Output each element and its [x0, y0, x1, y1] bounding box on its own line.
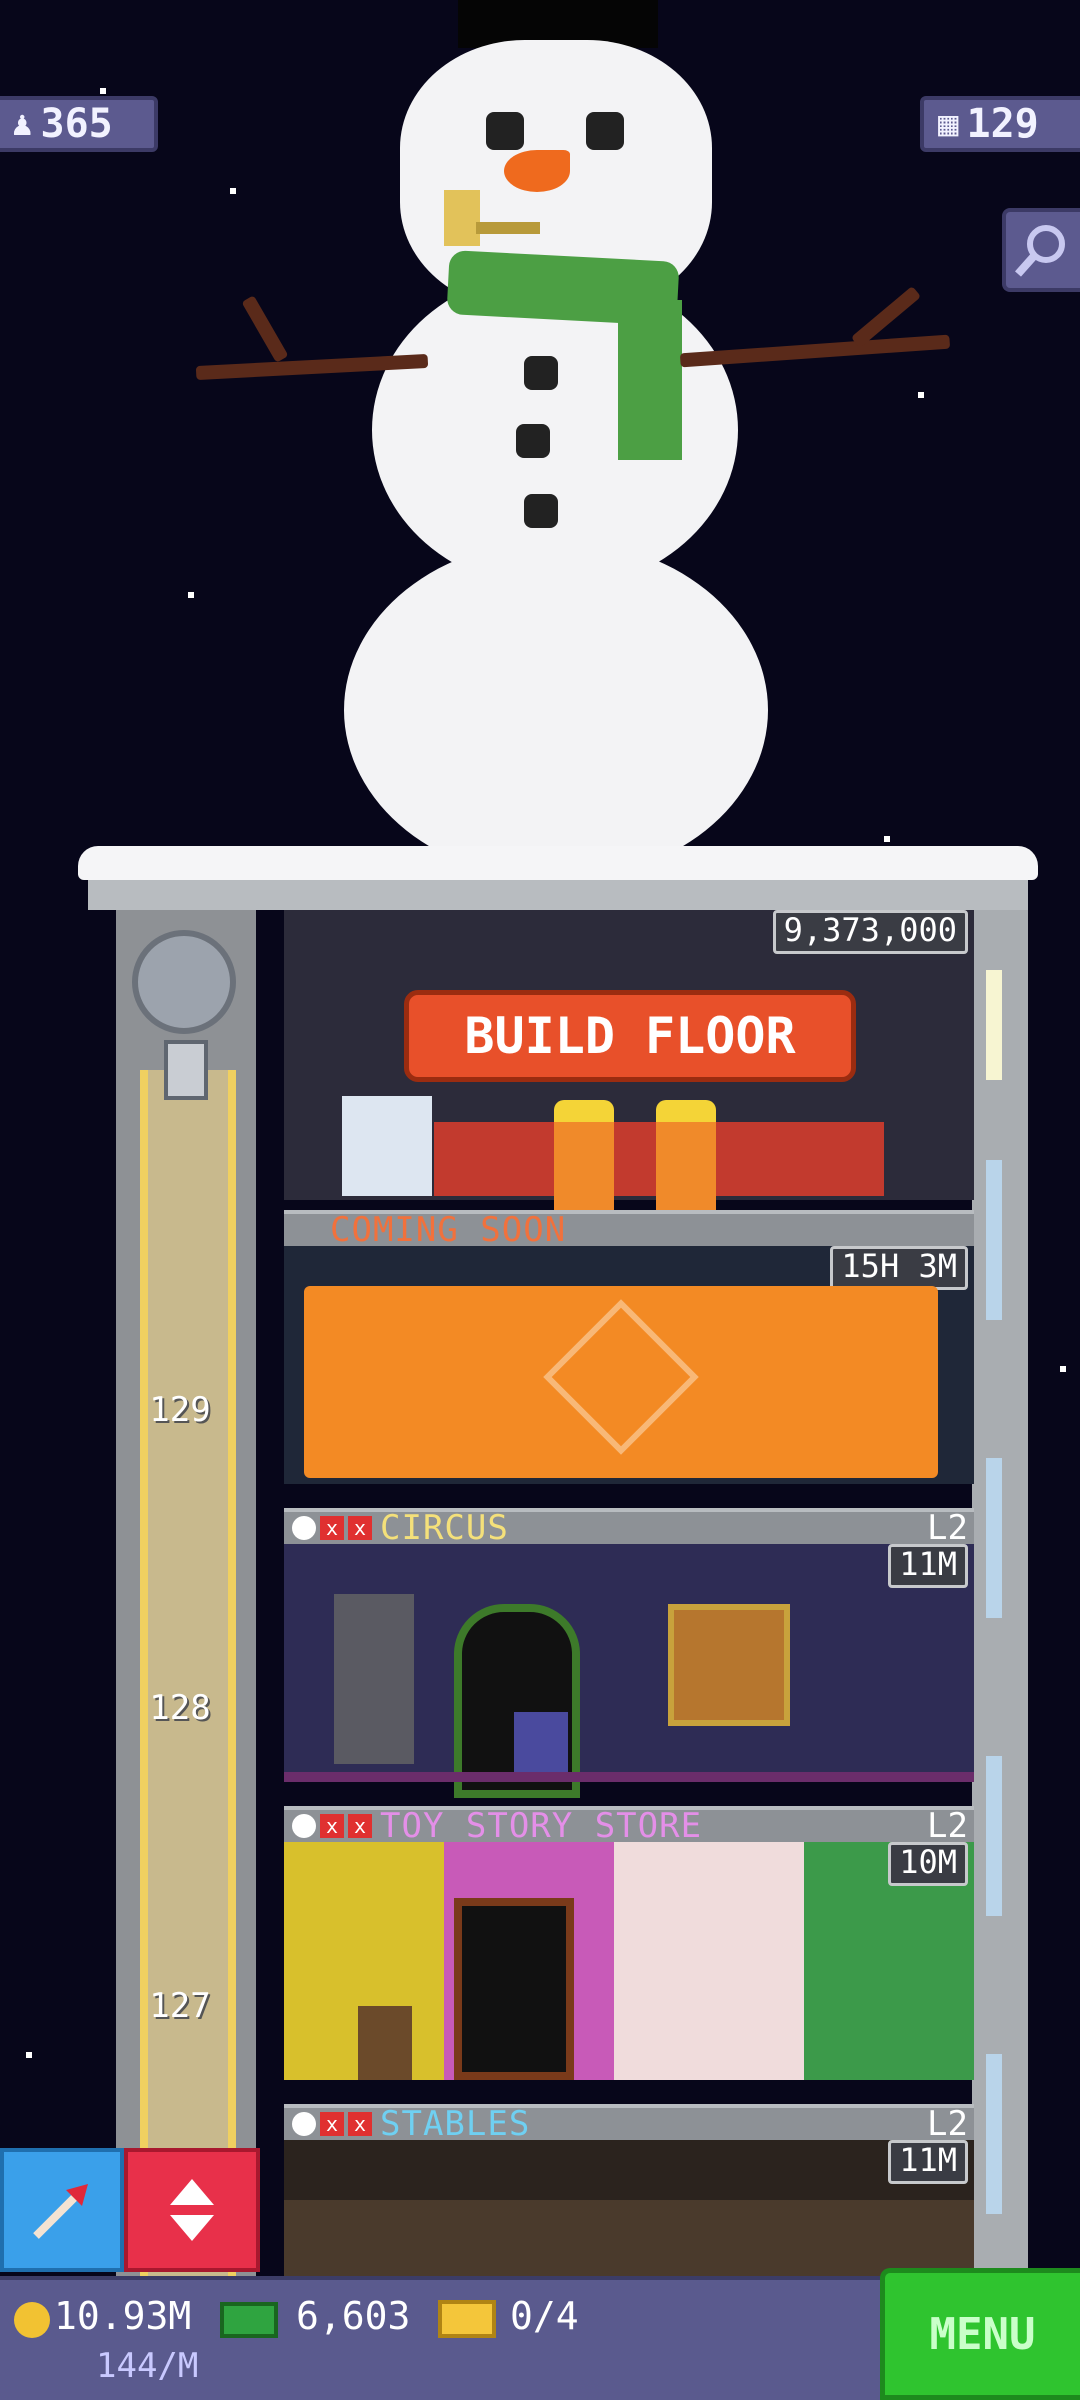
star: [100, 88, 106, 94]
tiger-painting: [668, 1604, 790, 1726]
construction-worker-icon: [543, 1299, 699, 1455]
star: [230, 188, 236, 194]
coins-value: 10.93M: [54, 2294, 192, 2338]
floor-timer: 11M: [888, 2140, 968, 2184]
elevator-floor-label: 129: [149, 1390, 211, 1430]
bux-value: 6,603: [296, 2294, 411, 2338]
clock-icon: [292, 1814, 316, 1838]
coins-rate: 144/M: [96, 2346, 199, 2386]
population-value: 365: [40, 101, 113, 147]
floor-circus[interactable]: 11M: [284, 1544, 974, 1798]
floor-name: CIRCUS: [380, 1508, 509, 1548]
search-button[interactable]: [1002, 208, 1080, 292]
elevator-track: [140, 1070, 236, 2280]
x-mark-icon: x: [320, 1814, 344, 1838]
construction-worker: [554, 1100, 614, 1212]
ticket-icon: [438, 2300, 496, 2338]
star: [884, 836, 890, 842]
coming-soon-label: COMING SOON: [330, 1210, 567, 1250]
construction-tarp: [304, 1286, 938, 1478]
floor-timer: 10M: [888, 1842, 968, 1886]
floor-timer: 15H 3M: [830, 1246, 968, 1290]
floor-count-value: 129: [966, 101, 1039, 147]
tickets-value: 0/4: [510, 2294, 579, 2338]
star: [26, 2052, 32, 2058]
star: [1060, 1366, 1066, 1372]
elevator-car[interactable]: [164, 1040, 208, 1100]
tower-right-column: [972, 910, 1028, 2280]
magnifier-icon: [1015, 225, 1065, 277]
coin-icon: [14, 2302, 50, 2338]
floor-header-toy-story-store: x x TOY STORY STORE L2: [284, 1806, 974, 1846]
population-counter[interactable]: ♟ 365: [0, 96, 158, 152]
floor-level: L2: [927, 1806, 968, 1846]
floor-header-circus: x x CIRCUS L2: [284, 1508, 974, 1548]
clock-icon: [292, 2112, 316, 2136]
floor-coming-soon[interactable]: 15H 3M: [284, 1246, 974, 1484]
build-floor-price: 9,373,000: [772, 910, 968, 954]
floor-level: L2: [927, 1508, 968, 1548]
x-mark-icon: x: [348, 2112, 372, 2136]
star: [188, 592, 194, 598]
floor-counter[interactable]: ▦ 129: [920, 96, 1080, 152]
x-mark-icon: x: [348, 1516, 372, 1540]
floor-stables[interactable]: 11M: [284, 2140, 974, 2280]
x-mark-icon: x: [320, 1516, 344, 1540]
elephant-statue: [334, 1594, 414, 1764]
bux-icon: [220, 2302, 278, 2338]
x-mark-icon: x: [320, 2112, 344, 2136]
build-floor-button[interactable]: BUILD FLOOR: [404, 990, 856, 1082]
raise-tool-button[interactable]: [0, 2148, 124, 2272]
elevator-tool-button[interactable]: [124, 2148, 260, 2272]
building-icon: ▦: [938, 104, 959, 144]
star: [918, 392, 924, 398]
floor-header-coming-soon: COMING SOON: [284, 1210, 974, 1250]
elevator-floor-label: 128: [149, 1688, 211, 1728]
elevator-floor-label: 127: [149, 1986, 211, 2026]
glass-panel: [342, 1096, 432, 1196]
arrow-raise-icon: [33, 2184, 88, 2239]
floor-name: STABLES: [380, 2104, 531, 2144]
construction-worker: [656, 1100, 716, 1212]
build-floor-slot[interactable]: 9,373,000 BUILD FLOOR: [284, 910, 974, 1212]
person-icon: ♟: [12, 104, 33, 144]
up-down-arrows-icon: [170, 2179, 214, 2241]
floor-timer: 11M: [888, 1544, 968, 1588]
menu-button[interactable]: MENU: [880, 2268, 1080, 2400]
floor-name: TOY STORY STORE: [380, 1806, 703, 1846]
floor-toy-story-store[interactable]: 10M: [284, 1842, 974, 2080]
clock-icon: [292, 1516, 316, 1540]
store-door: [454, 1898, 574, 2080]
roof-snow: [78, 846, 1038, 880]
tower: 129 128 127 9,373,000 BUILD FLOOR COMING…: [78, 846, 1038, 2280]
x-mark-icon: x: [348, 1814, 372, 1838]
elevator-pulley[interactable]: [132, 930, 236, 1034]
floor-header-stables: x x STABLES L2: [284, 2104, 974, 2144]
bitizen: [358, 2006, 412, 2080]
floor-level: L2: [927, 2104, 968, 2144]
